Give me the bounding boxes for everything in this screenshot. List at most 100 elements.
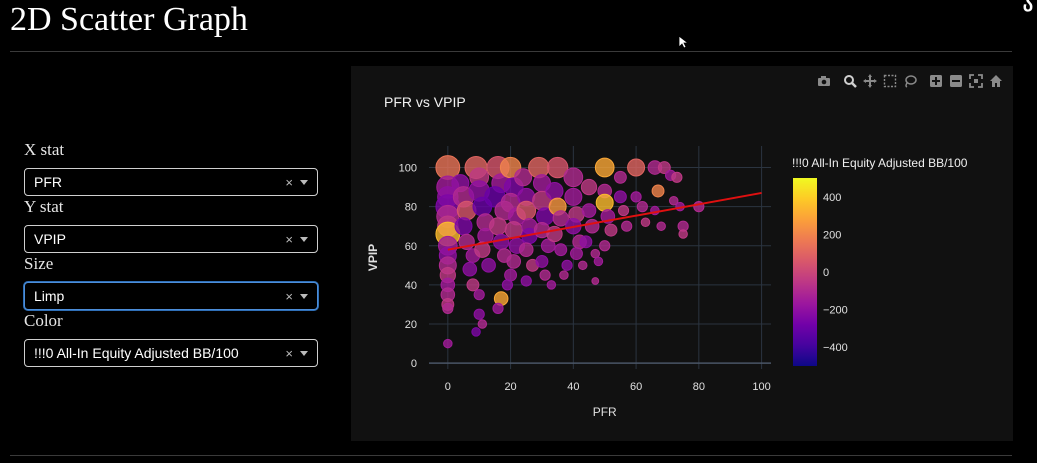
y-tick-label: 40 — [405, 280, 417, 292]
scatter-point — [528, 156, 550, 179]
y-tick-label: 80 — [405, 202, 417, 214]
scatter-point — [636, 201, 648, 213]
scatter-point — [561, 259, 573, 271]
corner-text: ა — [1022, 0, 1033, 16]
scatter-point — [613, 170, 627, 184]
size-value: Limp — [34, 288, 65, 304]
controls-panel: X stat PFR × Y stat VPIP × Size Limp × C… — [24, 140, 318, 367]
scatter-point — [473, 308, 485, 320]
x-tick-label: 60 — [630, 381, 642, 393]
scatter-point — [481, 258, 496, 273]
y-tick-label: 60 — [405, 241, 417, 253]
scatter-point — [627, 158, 646, 177]
clear-icon[interactable]: × — [285, 283, 293, 310]
scatter-point — [591, 277, 600, 285]
scatter-point — [454, 217, 473, 236]
scatter-point — [617, 204, 630, 217]
color-value: !!!0 All-In Equity Adjusted BB/100 — [34, 345, 239, 361]
scatter-point — [489, 217, 508, 236]
scatter-point — [604, 223, 618, 237]
scatter-point — [539, 269, 551, 281]
scatter-point — [595, 193, 614, 212]
scatter-point — [462, 261, 478, 277]
y-stat-label: Y stat — [24, 197, 64, 216]
x-stat-dropdown[interactable]: PFR × — [24, 168, 318, 196]
header-divider — [10, 51, 1012, 52]
scatter-point — [630, 191, 642, 203]
scatter-point — [559, 270, 569, 280]
scatter-point — [590, 248, 601, 259]
scatter-point — [466, 278, 480, 292]
scatter-point — [613, 190, 627, 204]
chevron-down-icon[interactable] — [300, 237, 308, 242]
y-stat-value: VPIP — [34, 231, 66, 247]
scatter-point — [546, 280, 557, 290]
scatter-point — [504, 268, 518, 282]
scatter-point — [442, 302, 454, 314]
y-stat-dropdown[interactable]: VPIP × — [24, 225, 318, 253]
scatter-point — [593, 256, 604, 267]
scatter-point — [477, 319, 488, 329]
scatter-point — [518, 242, 534, 257]
colorbar-tick-label: −200 — [823, 305, 848, 317]
clear-icon[interactable]: × — [285, 226, 293, 253]
scatter-point — [594, 157, 615, 178]
clear-icon[interactable]: × — [285, 169, 293, 196]
scatter-point — [640, 217, 651, 228]
scatter-point — [584, 218, 600, 234]
scatter-point — [443, 338, 453, 349]
scatter-point — [545, 181, 564, 200]
plot-panel: PFR vs VPIP 0 20 40 60 80 100 0 20 40 60 80 100 PFR V… — [351, 66, 1013, 441]
scatter-point — [577, 260, 588, 271]
scatter-point — [554, 243, 568, 257]
x-tick-label: 20 — [504, 381, 516, 393]
colorbar-tick-label: 400 — [823, 192, 841, 204]
x-tick-label: 40 — [567, 381, 579, 393]
scatter-point — [678, 229, 688, 239]
x-tick-label: 0 — [445, 381, 451, 393]
x-tick-label: 80 — [693, 381, 705, 393]
scatter-point — [501, 279, 514, 291]
chevron-down-icon[interactable] — [300, 180, 308, 185]
color-dropdown[interactable]: !!!0 All-In Equity Adjusted BB/100 × — [24, 339, 318, 367]
chevron-down-icon[interactable] — [300, 294, 308, 299]
scatter-point — [671, 171, 683, 183]
size-label: Size — [24, 254, 54, 273]
scatter-point — [580, 178, 598, 196]
scatter-point — [621, 220, 633, 232]
scatter-point — [651, 184, 665, 198]
scatter-point — [599, 240, 611, 252]
footer-divider — [10, 455, 1012, 456]
clear-icon[interactable]: × — [285, 340, 293, 367]
scatter-point — [492, 302, 504, 314]
colorbar-title: !!!0 All-In Equity Adjusted BB/100 — [792, 156, 968, 170]
y-tick-label: 0 — [411, 358, 417, 370]
scatter-point — [535, 254, 549, 268]
scatter-point — [581, 203, 597, 218]
scatter-point — [563, 167, 584, 188]
y-tick-label: 100 — [399, 163, 417, 175]
scatter-point — [570, 247, 583, 261]
scatter-point — [506, 254, 522, 269]
scatter-point — [473, 289, 485, 301]
x-tick-label: 100 — [752, 381, 770, 393]
colorbar — [793, 178, 817, 366]
mouse-cursor-icon — [678, 35, 690, 49]
chevron-down-icon[interactable] — [300, 351, 308, 356]
x-stat-label: X stat — [24, 140, 65, 159]
scatter-point — [564, 187, 583, 206]
colorbar-tick-label: −400 — [823, 342, 848, 354]
color-label: Color — [24, 311, 63, 330]
x-stat-value: PFR — [34, 174, 62, 190]
scatter-point — [520, 275, 532, 287]
colorbar-tick-label: 0 — [823, 267, 829, 279]
y-axis-title: VPIP — [366, 244, 380, 271]
x-axis-title: PFR — [593, 405, 617, 419]
scatter-plot[interactable]: 0 20 40 60 80 100 0 20 40 60 80 100 PFR VPIP !!!0 All-… — [351, 66, 1013, 441]
page-title: 2D Scatter Graph — [10, 1, 248, 38]
scatter-point — [656, 221, 666, 231]
y-tick-label: 20 — [405, 319, 417, 331]
scatter-point — [471, 327, 481, 337]
scatter-point — [579, 235, 593, 249]
size-dropdown[interactable]: Limp × — [24, 282, 318, 310]
